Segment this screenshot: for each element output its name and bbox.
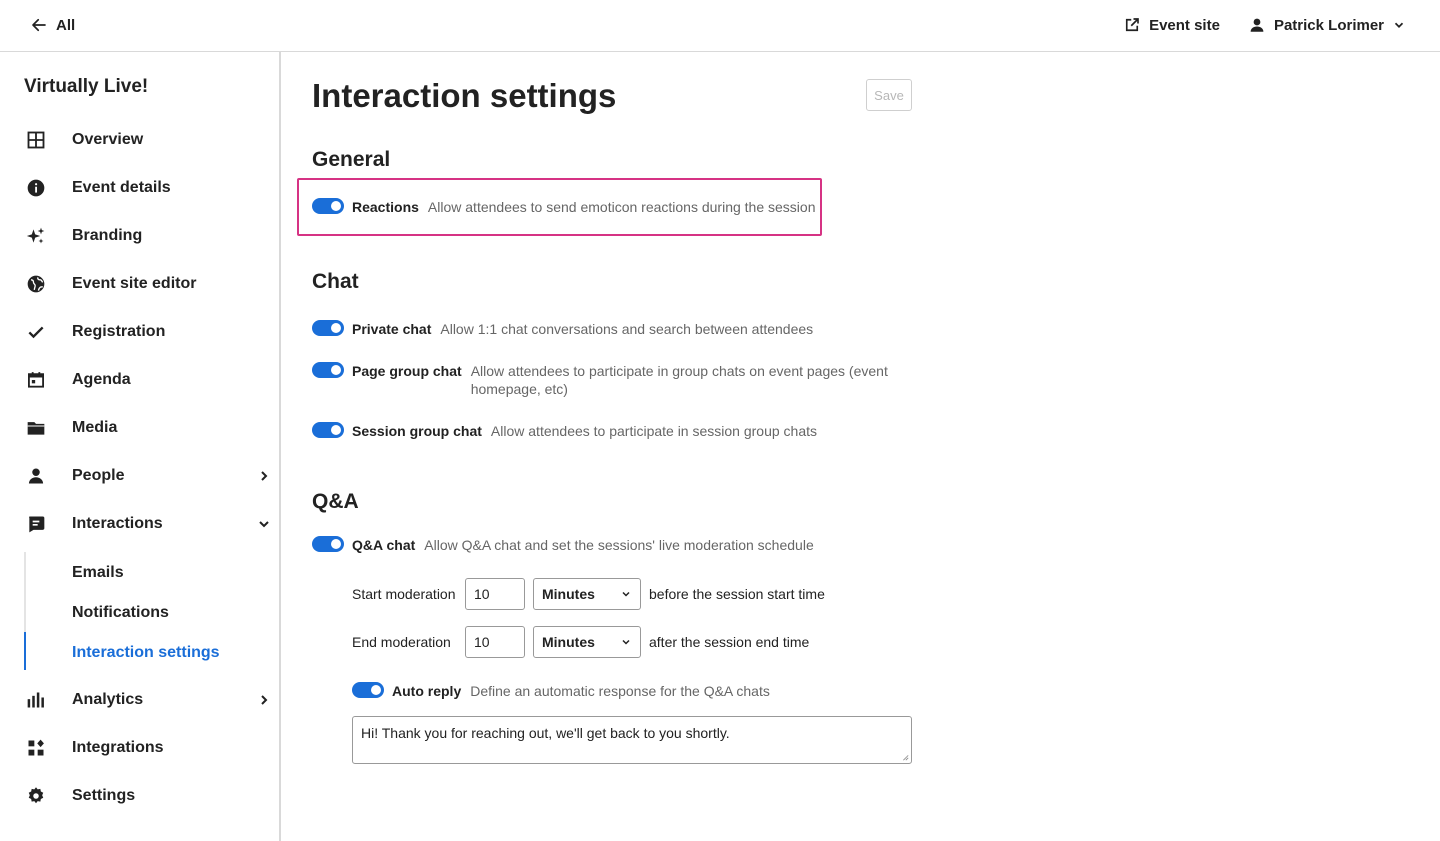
user-icon	[1250, 18, 1264, 32]
sidebar-item-settings[interactable]: Settings	[0, 776, 279, 816]
arrow-left-icon	[32, 18, 46, 32]
submenu-active-indicator	[24, 632, 26, 670]
sidebar-subitem-interaction-settings[interactable]: Interaction settings	[72, 644, 220, 662]
section-title-qa: Q&A	[312, 490, 359, 513]
page-group-chat-toggle[interactable]	[312, 362, 344, 378]
calendar-icon	[26, 370, 46, 390]
page-group-chat-setting: Page group chat Allow attendees to parti…	[312, 362, 892, 398]
section-title-general: General	[312, 148, 391, 171]
end-moderation-suffix: after the session end time	[649, 634, 810, 650]
start-moderation-unit-select[interactable]: Minutes	[533, 578, 641, 610]
highlight-box	[297, 178, 822, 236]
auto-reply-message: Hi! Thank you for reaching out, we'll ge…	[361, 725, 730, 741]
chevron-down-icon	[622, 591, 630, 597]
sidebar-item-label: People	[72, 467, 125, 484]
sidebar-item-registration[interactable]: Registration	[0, 312, 279, 352]
session-group-chat-toggle[interactable]	[312, 422, 344, 438]
back-label: All	[56, 16, 76, 34]
grid-icon	[26, 130, 46, 150]
setting-description: Allow attendees to participate in group …	[470, 363, 888, 397]
chat-icon	[26, 514, 46, 534]
setting-description: Allow attendees to participate in sessio…	[490, 423, 818, 439]
chevron-down-icon	[259, 521, 269, 528]
globe-icon	[26, 274, 46, 294]
check-icon	[26, 322, 46, 342]
setting-description: Allow 1:1 chat conversations and search …	[440, 321, 814, 337]
setting-description: Define an automatic response for the Q&A…	[470, 683, 770, 699]
resize-handle-icon[interactable]	[901, 753, 909, 761]
setting-name: Auto reply	[392, 683, 462, 699]
sidebar-item-label: Media	[72, 419, 118, 436]
chevron-down-icon	[1394, 22, 1404, 28]
end-moderation-row: End moderation Minutes after the session…	[352, 626, 809, 658]
back-link[interactable]: All	[30, 16, 75, 34]
bar-chart-icon	[26, 690, 46, 710]
sidebar-item-label: Interactions	[72, 515, 163, 532]
event-site-link[interactable]: Event site	[1123, 16, 1220, 34]
event-site-label: Event site	[1149, 16, 1220, 34]
sidebar-item-label: Registration	[72, 323, 166, 340]
session-group-chat-setting: Session group chat Allow attendees to pa…	[312, 422, 817, 440]
sidebar-item-event-site-editor[interactable]: Event site editor	[0, 264, 279, 304]
sidebar-subitem-notifications[interactable]: Notifications	[72, 604, 169, 622]
sidebar-item-event-details[interactable]: Event details	[0, 168, 279, 208]
start-moderation-row: Start moderation Minutes before the sess…	[352, 578, 825, 610]
sidebar-item-analytics[interactable]: Analytics	[0, 680, 279, 720]
user-name: Patrick Lorimer	[1273, 16, 1384, 34]
page-title: Interaction settings	[312, 77, 617, 114]
info-icon	[26, 178, 46, 198]
private-chat-setting: Private chat Allow 1:1 chat conversation…	[312, 320, 813, 338]
person-icon	[26, 466, 46, 486]
folder-icon	[26, 418, 46, 438]
apps-icon	[26, 738, 46, 758]
chevron-right-icon	[261, 471, 268, 481]
auto-reply-setting: Auto reply Define an automatic response …	[352, 682, 770, 700]
sidebar-item-people[interactable]: People	[0, 456, 279, 496]
qa-chat-setting: Q&A chat Allow Q&A chat and set the sess…	[312, 536, 814, 554]
sidebar-item-media[interactable]: Media	[0, 408, 279, 448]
end-moderation-label: End moderation	[352, 634, 451, 650]
sidebar-item-branding[interactable]: Branding	[0, 216, 279, 256]
select-value: Minutes	[542, 586, 595, 602]
end-moderation-unit-select[interactable]: Minutes	[533, 626, 641, 658]
sidebar-item-label: Agenda	[72, 371, 131, 388]
sidebar-item-label: Overview	[72, 131, 144, 148]
qa-chat-toggle[interactable]	[312, 536, 344, 552]
sidebar-item-label: Event details	[72, 179, 171, 196]
save-button[interactable]: Save	[866, 79, 912, 111]
sidebar-subitem-emails[interactable]: Emails	[72, 564, 124, 582]
chevron-down-icon	[622, 639, 630, 645]
event-name: Virtually Live!	[24, 76, 149, 97]
start-moderation-suffix: before the session start time	[649, 586, 825, 602]
setting-description: Allow Q&A chat and set the sessions' liv…	[424, 537, 814, 553]
auto-reply-textarea[interactable]: Hi! Thank you for reaching out, we'll ge…	[352, 716, 912, 764]
end-moderation-input[interactable]	[465, 626, 525, 658]
setting-name: Private chat	[352, 321, 432, 337]
sidebar-item-label: Integrations	[72, 739, 164, 756]
private-chat-toggle[interactable]	[312, 320, 344, 336]
sidebar-item-label: Event site editor	[72, 275, 197, 292]
select-value: Minutes	[542, 634, 595, 650]
sidebar-item-overview[interactable]: Overview	[0, 120, 279, 160]
user-menu[interactable]: Patrick Lorimer	[1248, 16, 1406, 34]
sidebar-item-label: Settings	[72, 787, 136, 804]
setting-name: Q&A chat	[352, 537, 416, 553]
sidebar: Virtually Live! Overview Event details B…	[0, 52, 281, 841]
external-link-icon	[1126, 18, 1139, 32]
sidebar-item-interactions[interactable]: Interactions	[0, 504, 279, 544]
setting-name: Page group chat	[352, 363, 462, 379]
start-moderation-label: Start moderation	[352, 586, 456, 602]
gear-icon	[26, 786, 46, 806]
start-moderation-input[interactable]	[465, 578, 525, 610]
chevron-right-icon	[261, 695, 268, 705]
sidebar-item-integrations[interactable]: Integrations	[0, 728, 279, 768]
top-bar: All Event site Patrick Lorimer	[0, 0, 1440, 52]
sidebar-item-label: Analytics	[72, 691, 144, 708]
sidebar-item-label: Branding	[72, 227, 143, 244]
sparkle-icon	[26, 226, 46, 246]
section-title-chat: Chat	[312, 270, 359, 293]
setting-name: Session group chat	[352, 423, 482, 439]
sidebar-item-agenda[interactable]: Agenda	[0, 360, 279, 400]
auto-reply-toggle[interactable]	[352, 682, 384, 698]
